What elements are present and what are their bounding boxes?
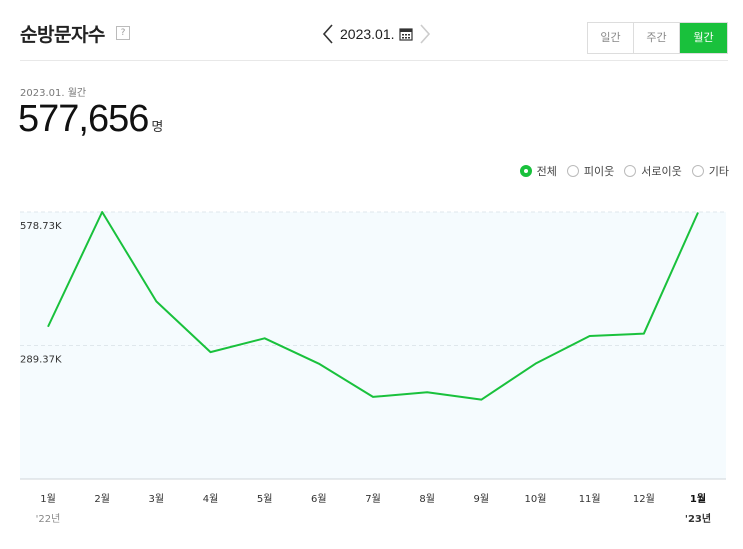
x-tick-label: 12월: [633, 493, 655, 505]
x-year-label: '22년: [36, 513, 61, 525]
x-tick-label: 7월: [365, 493, 381, 505]
x-tick-label: 4월: [203, 493, 219, 505]
x-tick-label: 3월: [149, 493, 165, 505]
x-tick-label: 2월: [94, 493, 110, 505]
x-year-label: '23년: [685, 512, 711, 525]
x-tick-label: 9월: [474, 493, 490, 505]
line-chart: 578.73K 289.37K 1월 '22년 2월 3월 4월 5월 6월 7월 8월 9월 10월 1…: [20, 211, 726, 525]
y-tick-label: 578.73K: [20, 221, 62, 232]
y-tick-label: 289.37K: [20, 354, 62, 365]
x-tick-label: 6월: [311, 493, 327, 505]
x-tick-label: 8월: [419, 493, 435, 505]
x-tick-label: 1월: [690, 493, 706, 505]
x-tick-label: 10월: [525, 493, 547, 505]
x-tick-label: 1월: [40, 493, 56, 505]
x-tick-label: 5월: [257, 493, 273, 505]
x-tick-label: 11월: [579, 493, 601, 505]
